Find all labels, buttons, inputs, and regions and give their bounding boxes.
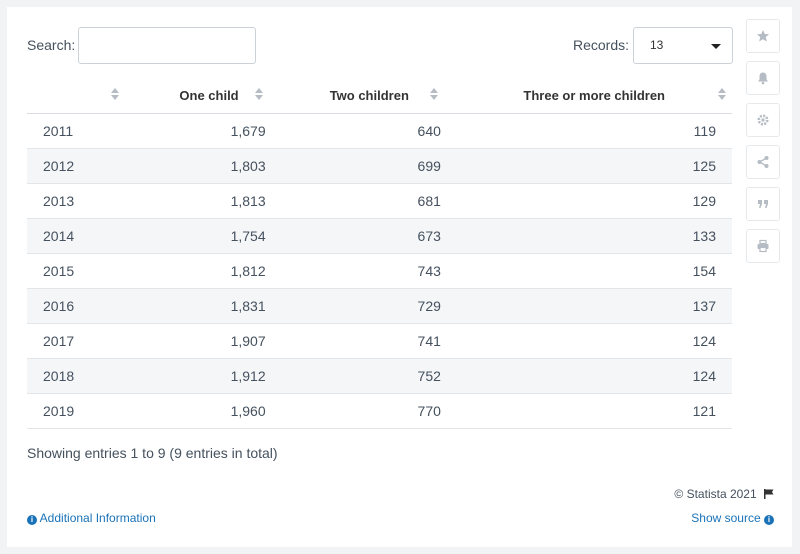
flag-icon[interactable] (764, 489, 774, 499)
value-cell: 1,831 (121, 288, 266, 324)
year-cell: 2015 (27, 253, 122, 289)
cite-button[interactable] (746, 187, 780, 221)
header-label: Three or more children (523, 87, 665, 103)
year-cell: 2017 (27, 323, 122, 359)
header-label: Two children (329, 87, 409, 103)
value-cell: 1,679 (121, 113, 266, 149)
value-cell: 129 (440, 183, 732, 219)
value-cell: 681 (265, 183, 441, 219)
table-row: 2015 1,812 743 154 (27, 253, 732, 289)
copyright: © Statista 2021 (674, 487, 774, 501)
star-icon (757, 30, 769, 42)
value-cell: 770 (265, 393, 441, 429)
value-cell: 124 (440, 358, 732, 394)
value-cell: 133 (440, 218, 732, 254)
value-cell: 640 (265, 113, 441, 149)
sidebar (746, 19, 780, 271)
print-button[interactable] (746, 229, 780, 263)
additional-info-label: Additional Information (39, 511, 156, 525)
value-cell: 1,813 (121, 183, 266, 219)
table-row: 2019 1,960 770 121 (27, 393, 732, 429)
data-table: One child Two children Three or more chi… (27, 78, 732, 429)
year-cell: 2018 (27, 358, 122, 394)
value-cell: 1,812 (121, 253, 266, 289)
additional-info-link[interactable]: i Additional Information (27, 511, 156, 525)
year-cell: 2016 (27, 288, 122, 324)
show-source-link[interactable]: Show source i (691, 511, 774, 525)
favorite-button[interactable] (746, 19, 780, 53)
value-cell: 1,912 (121, 358, 266, 394)
table-row: 2012 1,803 699 125 (27, 148, 732, 184)
value-cell: 673 (265, 218, 441, 254)
records-label: Records: (573, 37, 630, 53)
year-cell: 2014 (27, 218, 122, 254)
share-button[interactable] (746, 145, 780, 179)
search-input[interactable] (78, 27, 256, 64)
value-cell: 1,754 (121, 218, 266, 254)
sort-icon (429, 88, 438, 102)
table-row: 2014 1,754 673 133 (27, 218, 732, 254)
sort-icon (718, 88, 726, 102)
sort-icon (111, 88, 119, 102)
bell-icon (758, 72, 768, 85)
info-icon: i (27, 515, 37, 525)
header-year[interactable] (27, 78, 122, 114)
copyright-text: © Statista 2021 (674, 487, 757, 501)
table-body: 2011 1,679 640 119 2012 1,803 699 125 2013 1,813 6… (27, 113, 732, 429)
value-cell: 752 (265, 358, 441, 394)
value-cell: 729 (265, 288, 441, 324)
header-two-children[interactable]: Two children (265, 78, 441, 114)
entries-summary: Showing entries 1 to 9 (9 entries in tot… (27, 445, 278, 461)
value-cell: 1,803 (121, 148, 266, 184)
share-icon (757, 156, 769, 168)
year-cell: 2012 (27, 148, 122, 184)
value-cell: 119 (440, 113, 732, 149)
table-row: 2016 1,831 729 137 (27, 288, 732, 324)
value-cell: 154 (440, 253, 732, 289)
records-value: 13 (650, 38, 664, 52)
quote-icon (758, 200, 768, 208)
records-select[interactable]: 13 (633, 27, 733, 64)
value-cell: 699 (265, 148, 441, 184)
year-cell: 2011 (27, 113, 122, 149)
header-label: One child (179, 87, 239, 103)
year-cell: 2019 (27, 393, 122, 429)
header-one-child[interactable]: One child (121, 78, 266, 114)
year-cell: 2013 (27, 183, 122, 219)
gear-icon (757, 114, 769, 126)
chevron-down-icon (711, 44, 721, 49)
value-cell: 741 (265, 323, 441, 359)
value-cell: 121 (440, 393, 732, 429)
settings-button[interactable] (746, 103, 780, 137)
print-icon (757, 239, 769, 253)
table-row: 2013 1,813 681 129 (27, 183, 732, 219)
value-cell: 125 (440, 148, 732, 184)
value-cell: 1,907 (121, 323, 266, 359)
value-cell: 137 (440, 288, 732, 324)
show-source-label: Show source (691, 511, 761, 525)
header-three-or-more[interactable]: Three or more children (440, 78, 732, 114)
sort-icon (254, 88, 263, 102)
value-cell: 124 (440, 323, 732, 359)
table-row: 2011 1,679 640 119 (27, 113, 732, 149)
search-label: Search: (27, 37, 76, 53)
value-cell: 1,960 (121, 393, 266, 429)
table-row: 2017 1,907 741 124 (27, 323, 732, 359)
notification-button[interactable] (746, 61, 780, 95)
value-cell: 743 (265, 253, 441, 289)
info-icon: i (764, 515, 774, 525)
table-row: 2018 1,912 752 124 (27, 358, 732, 394)
